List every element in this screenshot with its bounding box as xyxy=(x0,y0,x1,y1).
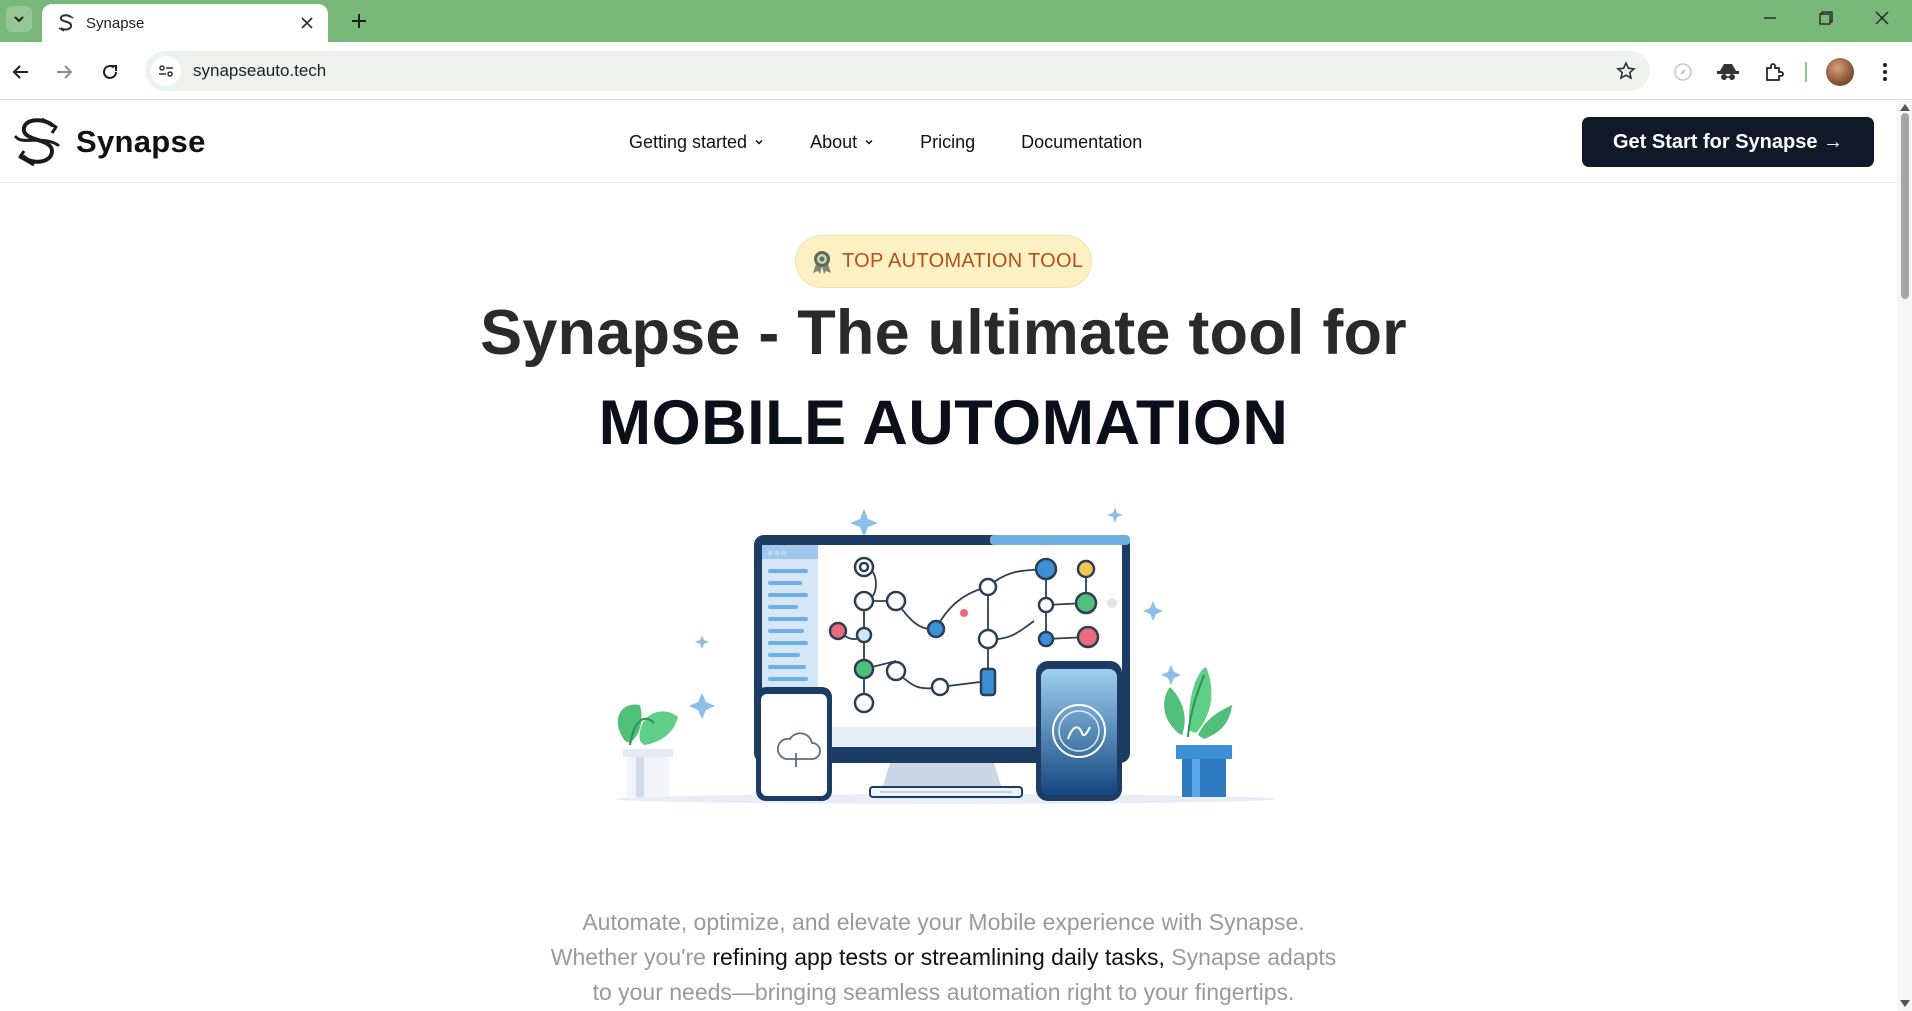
reload-button[interactable] xyxy=(94,56,126,88)
plant-right xyxy=(1164,667,1232,797)
hero-description: Automate, optimize, and elevate your Mob… xyxy=(0,905,1887,1010)
get-started-button[interactable]: Get Start for Synapse → xyxy=(1582,117,1874,167)
plus-icon xyxy=(352,14,366,28)
minimize-button[interactable] xyxy=(1742,0,1798,36)
web-page: Synapse Getting started About Pricing Do… xyxy=(0,101,1897,1011)
extension-spy-icon[interactable] xyxy=(1713,57,1743,87)
arrow-right-icon xyxy=(57,65,73,79)
close-icon xyxy=(1875,11,1889,25)
synapse-favicon-icon xyxy=(58,14,74,32)
reload-icon xyxy=(103,64,117,79)
tab-title: Synapse xyxy=(86,14,145,32)
main-nav: Getting started About Pricing Documentat… xyxy=(629,101,1188,183)
nav-pricing-label: Pricing xyxy=(920,131,976,152)
site-logo[interactable]: Synapse xyxy=(12,115,206,169)
scroll-down-arrow-icon[interactable] xyxy=(1900,1000,1910,1007)
browser-tab[interactable]: Synapse xyxy=(42,4,328,42)
award-medal-icon xyxy=(813,250,831,274)
arrow-left-icon xyxy=(12,65,28,79)
browser-tab-bar: Synapse xyxy=(0,0,1912,42)
close-window-button[interactable] xyxy=(1854,0,1910,36)
chevron-down-icon xyxy=(865,139,873,145)
nav-getting-started-label: Getting started xyxy=(629,131,748,152)
desc-line-2-end: Synapse adapts xyxy=(1164,944,1337,970)
nav-getting-started[interactable]: Getting started xyxy=(629,132,764,153)
plant-left xyxy=(617,704,678,797)
profile-avatar[interactable] xyxy=(1826,58,1854,86)
bookmark-star-icon[interactable] xyxy=(1608,53,1644,89)
nav-documentation[interactable]: Documentation xyxy=(1021,132,1142,153)
browser-toolbar: synapseauto.tech xyxy=(0,42,1912,100)
toolbar-divider xyxy=(1805,62,1807,82)
restore-button[interactable] xyxy=(1798,0,1854,36)
browser-menu-icon[interactable] xyxy=(1870,57,1900,87)
site-info-icon[interactable] xyxy=(151,56,181,86)
restore-icon xyxy=(1819,11,1833,25)
tab-search-button[interactable] xyxy=(6,6,32,32)
hero-subheadline: MOBILE AUTOMATION xyxy=(598,388,1289,458)
url-text[interactable]: synapseauto.tech xyxy=(193,61,1608,81)
nav-about[interactable]: About xyxy=(810,132,874,153)
site-header: Synapse Getting started About Pricing Do… xyxy=(0,101,1897,183)
nav-pricing[interactable]: Pricing xyxy=(920,132,975,153)
nav-documentation-label: Documentation xyxy=(1021,131,1143,152)
synapse-logo-icon xyxy=(14,117,60,167)
badge-text: TOP AUTOMATION TOOL xyxy=(842,250,1084,272)
desc-line-2-start: Whether you're xyxy=(550,944,713,970)
hero-headline: Synapse - The ultimate tool for xyxy=(480,298,1407,368)
desc-line-1: Automate, optimize, and elevate your Mob… xyxy=(582,909,1305,935)
tab-close-icon[interactable] xyxy=(296,12,318,34)
page-scrollbar[interactable] xyxy=(1897,101,1912,1011)
forward-button[interactable] xyxy=(48,56,80,88)
hero-illustration xyxy=(615,507,1275,804)
chevron-down-icon xyxy=(14,16,24,23)
desc-highlight: refining app tests or streamlining daily… xyxy=(712,944,1165,970)
back-button[interactable] xyxy=(5,56,37,88)
scrollbar-thumb[interactable] xyxy=(1901,113,1909,299)
desc-line-2: Whether you're refining app tests or str… xyxy=(0,940,1887,975)
extension-compass-icon[interactable] xyxy=(1668,57,1698,87)
logo-text: Synapse xyxy=(76,124,206,159)
scroll-up-arrow-icon[interactable] xyxy=(1900,104,1910,111)
minimize-icon xyxy=(1764,17,1776,19)
top-automation-badge: TOP AUTOMATION TOOL xyxy=(795,235,1092,288)
desc-line-3: to your needs—bringing seamless automati… xyxy=(592,979,1295,1005)
chevron-down-icon xyxy=(755,139,763,145)
address-bar[interactable]: synapseauto.tech xyxy=(145,51,1650,91)
extensions-puzzle-icon[interactable] xyxy=(1759,57,1789,87)
new-tab-button[interactable] xyxy=(344,6,374,36)
nav-about-label: About xyxy=(810,131,858,152)
